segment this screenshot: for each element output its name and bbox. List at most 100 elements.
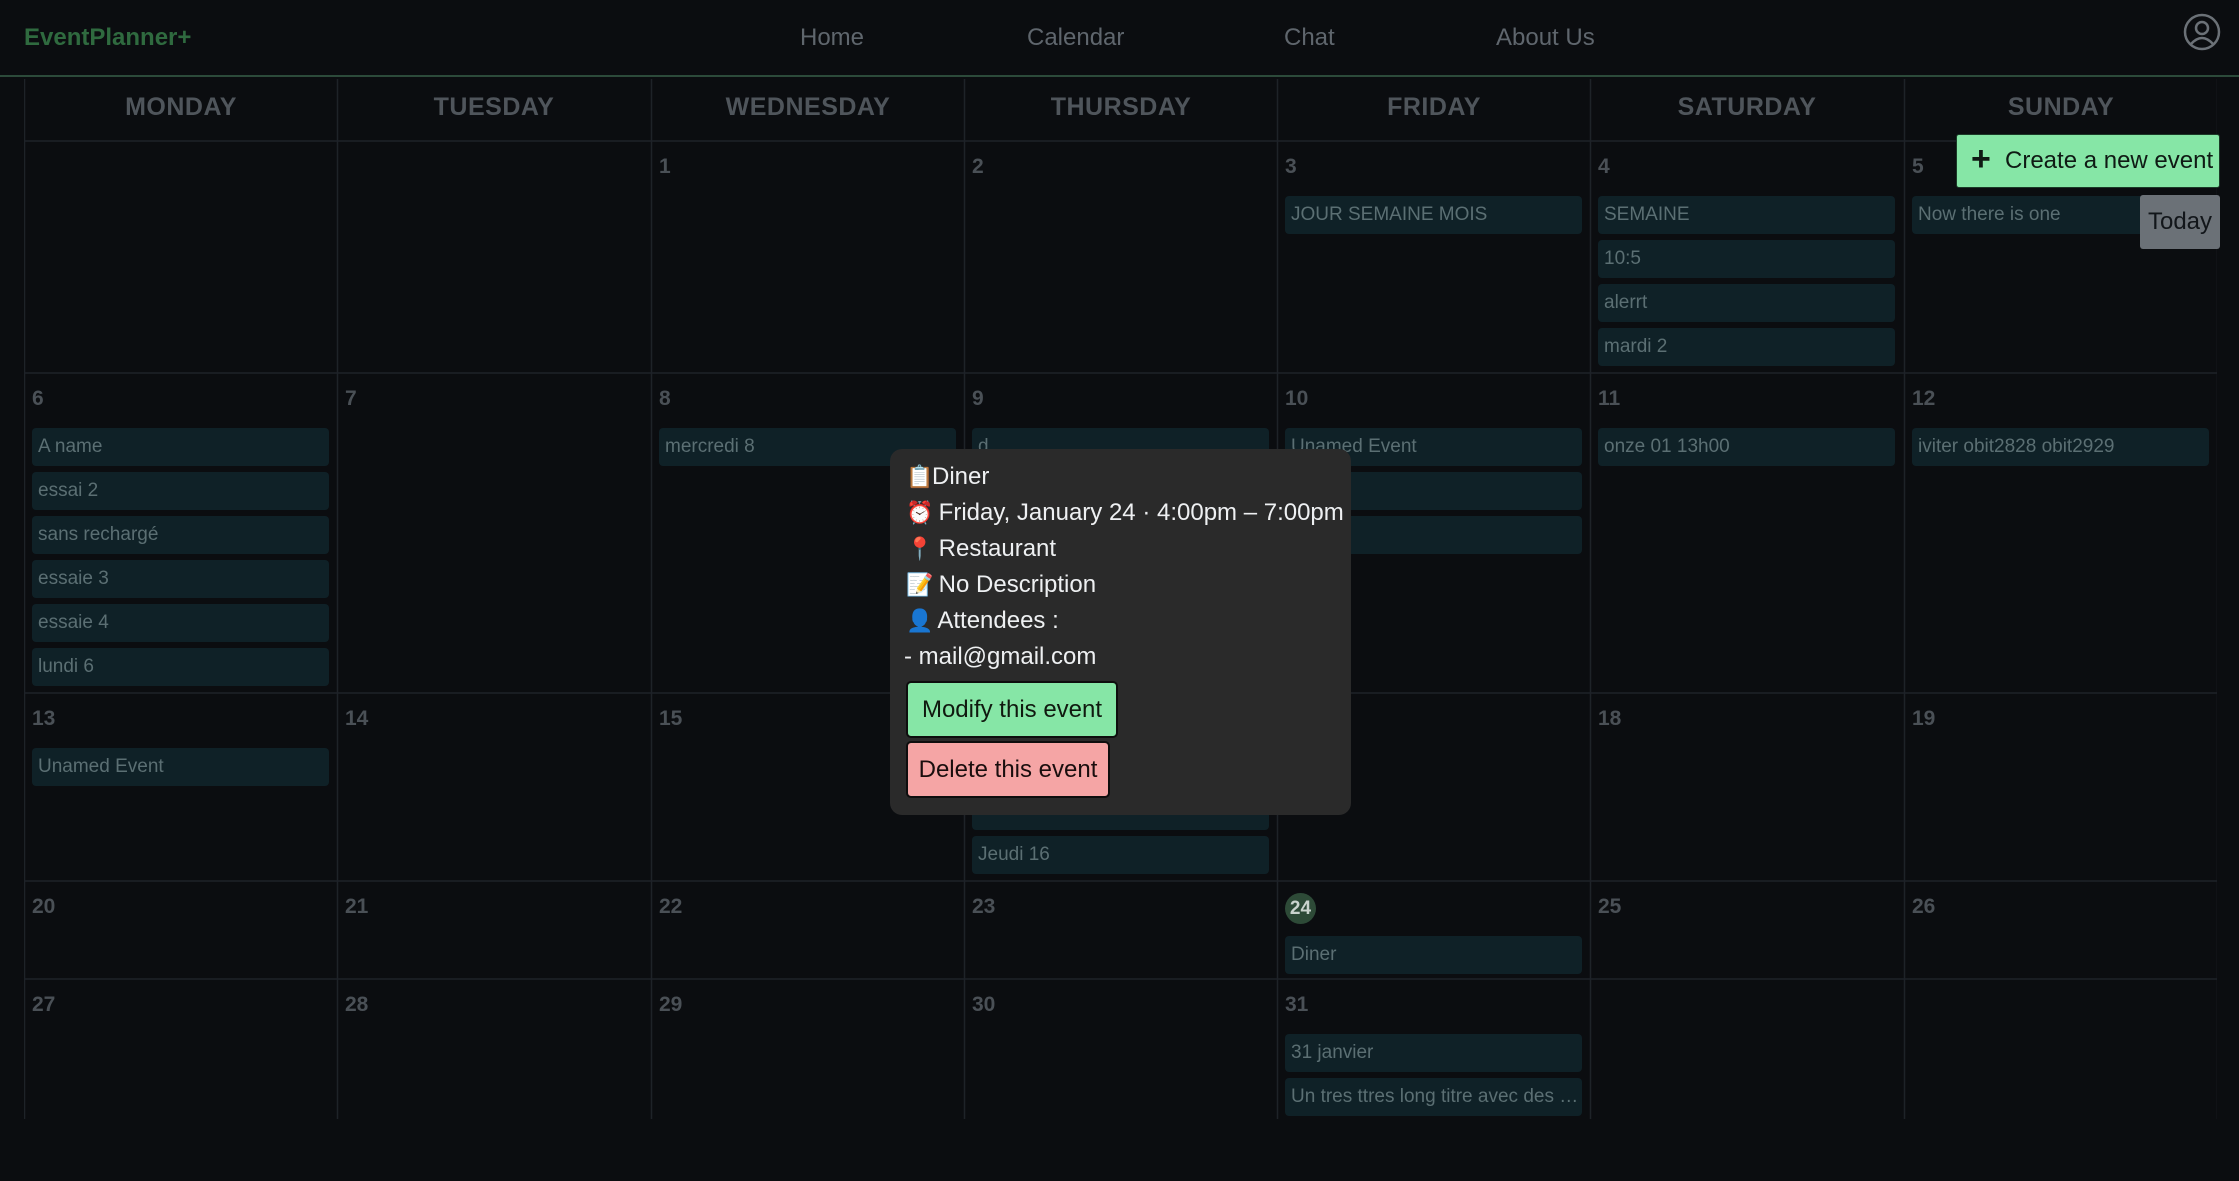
day-number: 28 — [345, 993, 369, 1016]
day-number: 21 — [345, 895, 369, 918]
weekday-wednesday: WEDNESDAY — [651, 79, 964, 141]
day-cell[interactable]: 24 Diner — [1277, 881, 1590, 979]
modify-event-button[interactable]: Modify this event — [906, 681, 1118, 738]
day-cell[interactable]: 25 — [1590, 881, 1903, 979]
day-number: 10 — [1285, 387, 1309, 410]
weekday-thursday: THURSDAY — [964, 79, 1277, 141]
user-circle-icon[interactable] — [2183, 13, 2221, 51]
day-number: 19 — [1912, 707, 1936, 730]
event-chip[interactable]: sans rechargé — [32, 516, 329, 554]
day-number: 9 — [972, 387, 984, 410]
clipboard-icon: 📋 — [906, 464, 934, 489]
day-cell[interactable]: 12 iviter obit2828 obit2929 — [1904, 373, 2217, 693]
day-cell[interactable]: 26 — [1904, 881, 2217, 979]
day-cell[interactable]: 31 31 janvier Un tres ttres long titre ave… — [1277, 979, 1590, 1121]
popup-attendees-label: Attendees : — [937, 607, 1059, 634]
event-chip[interactable]: A name — [32, 428, 329, 466]
create-event-label: Create a new event — [2005, 147, 2214, 174]
event-chip[interactable]: lundi 6 — [32, 648, 329, 686]
plus-icon: + — [1971, 140, 1991, 178]
day-number: 18 — [1598, 707, 1622, 730]
popup-time-row: ⏰ Friday, January 24 · 4:00pm – 7:00pm — [906, 499, 1344, 527]
event-chip[interactable]: JOUR SEMAINE MOIS — [1285, 196, 1582, 234]
day-number: 6 — [32, 387, 44, 410]
day-number: 5 — [1912, 155, 1924, 178]
alarm-clock-icon: ⏰ — [906, 500, 934, 525]
day-cell[interactable]: 13 Unamed Event — [24, 693, 337, 881]
popup-attendees-row: 👤 Attendees : — [906, 607, 1059, 635]
day-number: 20 — [32, 895, 56, 918]
day-cell[interactable]: 3 JOUR SEMAINE MOIS — [1277, 141, 1590, 373]
event-chip[interactable]: Un tres ttres long titre avec des espace… — [1285, 1078, 1582, 1116]
day-number: 22 — [659, 895, 683, 918]
nav-home[interactable]: Home — [800, 24, 864, 52]
today-day-number: 24 — [1285, 893, 1316, 924]
event-chip[interactable]: essai 2 — [32, 472, 329, 510]
day-cell[interactable]: 6 A name essai 2 sans rechargé essaie 3 essai… — [24, 373, 337, 693]
day-number: 1 — [659, 155, 671, 178]
day-number: 8 — [659, 387, 671, 410]
event-chip[interactable]: 10:5 — [1598, 240, 1895, 278]
day-cell[interactable]: 2 — [964, 141, 1277, 373]
weekday-saturday: SATURDAY — [1590, 79, 1903, 141]
popup-title: Diner — [932, 463, 990, 490]
day-cell[interactable]: 28 — [337, 979, 650, 1121]
event-chip[interactable]: essaie 3 — [32, 560, 329, 598]
brand-logo[interactable]: EventPlanner+ — [24, 24, 191, 52]
delete-event-button[interactable]: Delete this event — [906, 741, 1110, 798]
day-cell[interactable]: 30 — [964, 979, 1277, 1121]
popup-time: Friday, January 24 · 4:00pm – 7:00pm — [938, 499, 1344, 526]
day-cell[interactable]: 7 — [337, 373, 650, 693]
weekday-monday: MONDAY — [24, 79, 337, 141]
memo-icon: 📝 — [906, 572, 934, 597]
day-cell[interactable] — [24, 141, 337, 373]
event-chip[interactable]: Jeudi 16 — [972, 836, 1269, 874]
weekday-sunday: SUNDAY — [1904, 79, 2217, 141]
day-number: 2 — [972, 155, 984, 178]
event-detail-popup: 📋Diner ⏰ Friday, January 24 · 4:00pm – 7… — [890, 449, 1351, 815]
day-cell[interactable]: 1 — [651, 141, 964, 373]
day-cell[interactable]: 29 — [651, 979, 964, 1121]
event-chip[interactable]: SEMAINE — [1598, 196, 1895, 234]
navbar: EventPlanner+ Home Calendar Chat About U… — [0, 0, 2239, 77]
nav-about-us[interactable]: About Us — [1496, 24, 1595, 52]
day-number: 15 — [659, 707, 683, 730]
day-cell[interactable]: 27 — [24, 979, 337, 1121]
create-event-button[interactable]: + Create a new event — [1956, 134, 2220, 188]
weekday-tuesday: TUESDAY — [337, 79, 650, 141]
day-cell[interactable] — [1904, 979, 2217, 1121]
popup-title-row: 📋Diner — [906, 463, 989, 491]
day-number: 4 — [1598, 155, 1610, 178]
event-chip[interactable]: iviter obit2828 obit2929 — [1912, 428, 2209, 466]
event-chip[interactable]: 31 janvier — [1285, 1034, 1582, 1072]
event-chip[interactable]: mardi 2 — [1598, 328, 1895, 366]
day-number: 3 — [1285, 155, 1297, 178]
day-cell[interactable]: 23 — [964, 881, 1277, 979]
day-cell[interactable] — [1590, 979, 1903, 1121]
event-chip[interactable]: Unamed Event — [32, 748, 329, 786]
day-cell[interactable]: 11 onze 01 13h00 — [1590, 373, 1903, 693]
day-cell[interactable]: 19 — [1904, 693, 2217, 881]
day-cell[interactable]: 4 SEMAINE 10:5 alerrt mardi 2 — [1590, 141, 1903, 373]
event-chip[interactable]: onze 01 13h00 — [1598, 428, 1895, 466]
day-cell[interactable] — [337, 141, 650, 373]
day-cell[interactable]: 20 — [24, 881, 337, 979]
event-chip[interactable]: Diner — [1285, 936, 1582, 974]
nav-chat[interactable]: Chat — [1284, 24, 1335, 52]
day-number: 27 — [32, 993, 56, 1016]
day-number: 13 — [32, 707, 56, 730]
weekday-friday: FRIDAY — [1277, 79, 1590, 141]
day-cell[interactable]: 22 — [651, 881, 964, 979]
day-cell[interactable]: 14 — [337, 693, 650, 881]
popup-attendee: - mail@gmail.com — [904, 643, 1097, 670]
event-chip[interactable]: alerrt — [1598, 284, 1895, 322]
day-cell[interactable]: 18 — [1590, 693, 1903, 881]
day-cell[interactable]: 21 — [337, 881, 650, 979]
event-chip[interactable]: essaie 4 — [32, 604, 329, 642]
day-number: 26 — [1912, 895, 1936, 918]
popup-location: Restaurant — [938, 535, 1057, 562]
day-number: 11 — [1598, 387, 1621, 410]
person-icon: 👤 — [906, 608, 934, 633]
nav-calendar[interactable]: Calendar — [1027, 24, 1124, 52]
today-button[interactable]: Today — [2140, 195, 2220, 249]
